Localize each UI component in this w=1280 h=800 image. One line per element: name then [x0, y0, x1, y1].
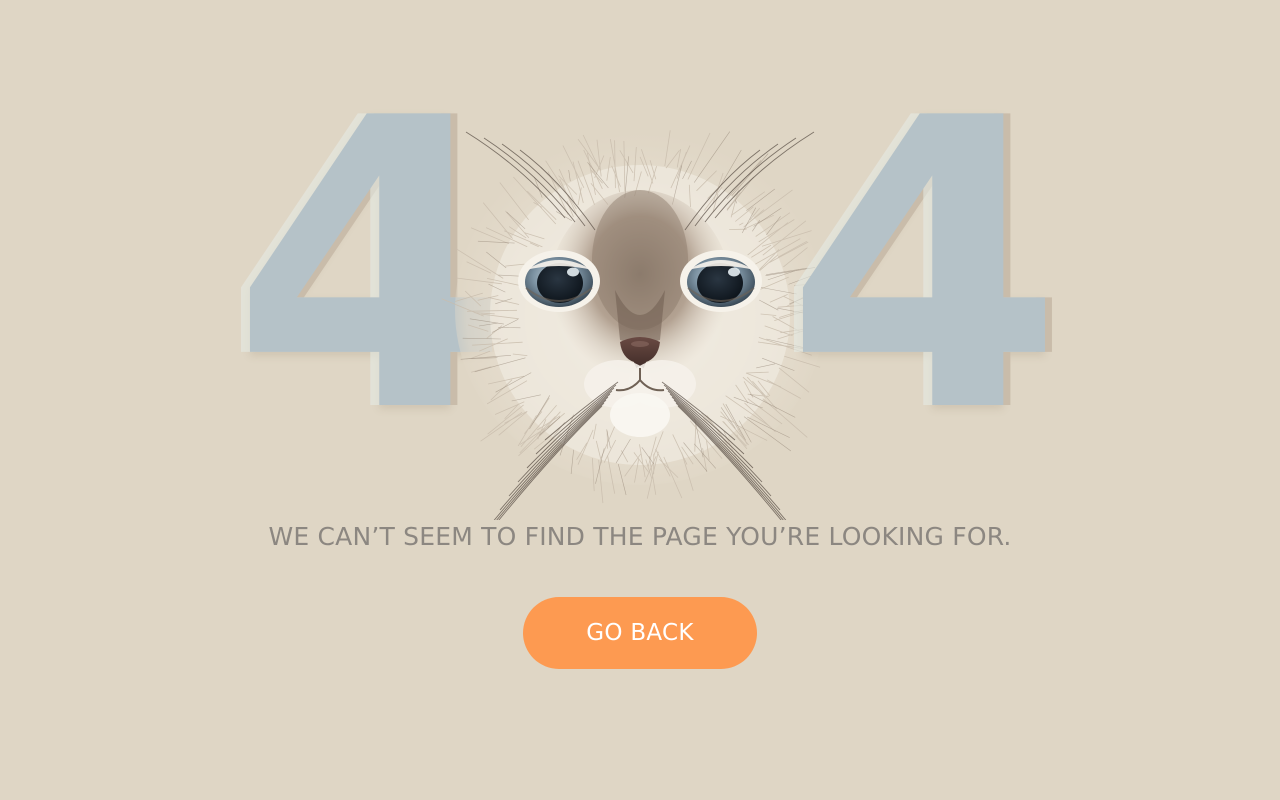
- error-digit-left: 4: [232, 35, 511, 500]
- error-digit-right: 4: [785, 35, 1064, 500]
- go-back-button[interactable]: GO BACK: [523, 597, 757, 669]
- cat-face-icon: [440, 110, 840, 520]
- not-found-message: WE CAN’T SEEM TO FIND THE PAGE YOU’RE LO…: [268, 522, 1012, 551]
